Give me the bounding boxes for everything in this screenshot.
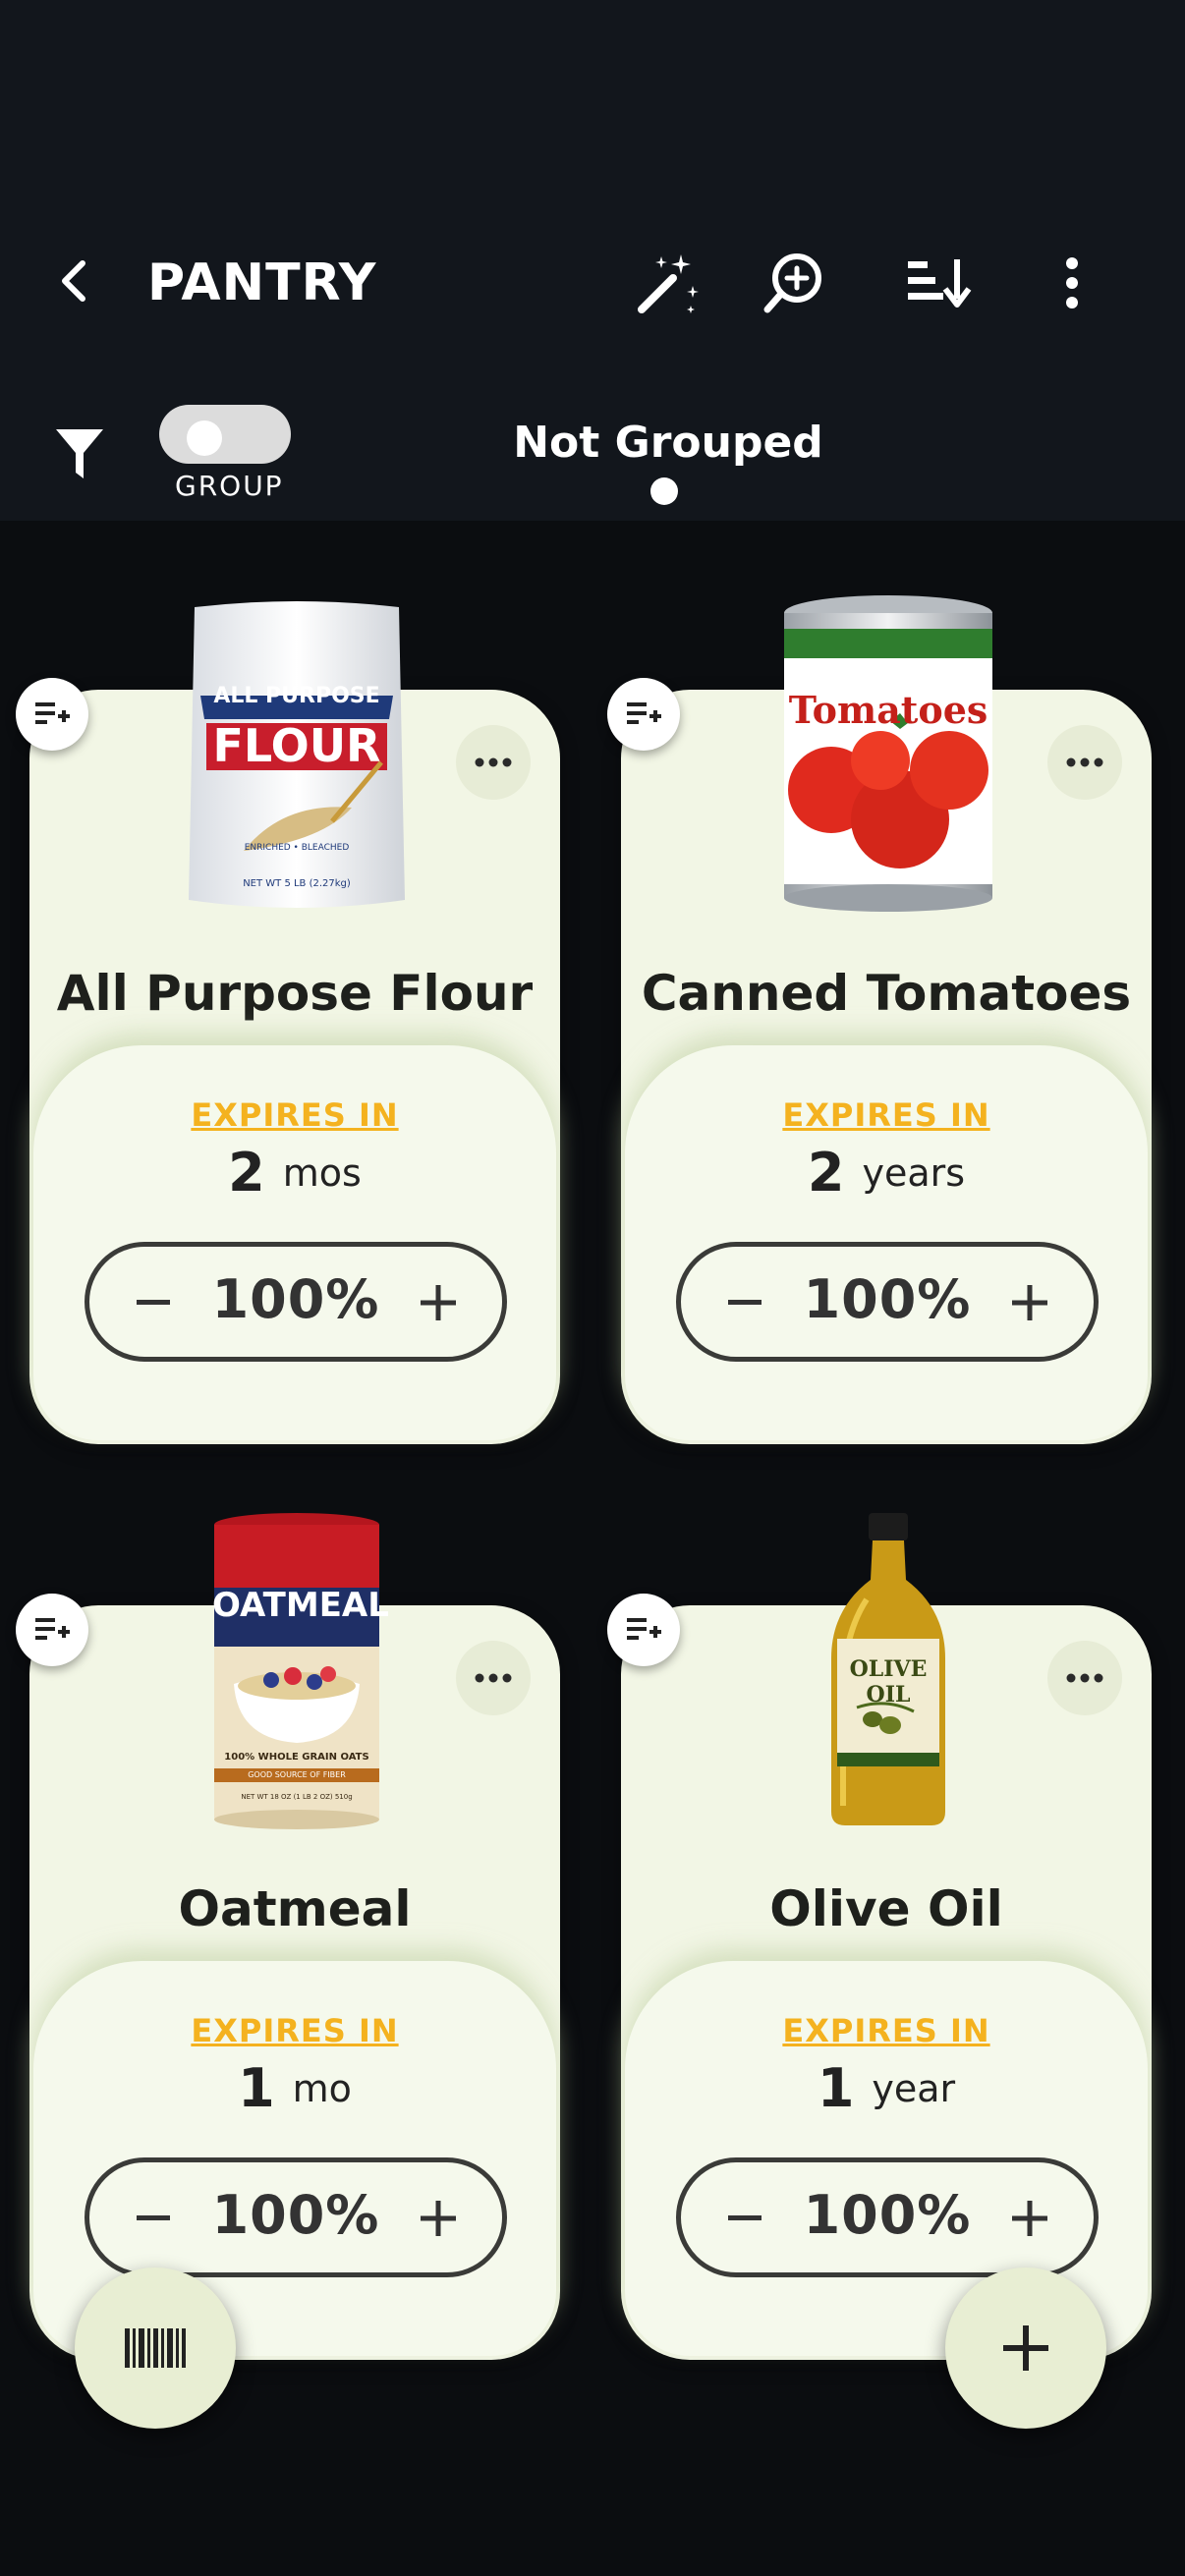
quantity-value: 100% <box>211 2184 380 2246</box>
item-details-panel: EXPIRES IN 2 mos 100% <box>33 1045 556 1440</box>
expires-value: 2 years <box>625 1142 1148 1204</box>
expires-label: EXPIRES IN <box>191 1096 399 1134</box>
quantity-stepper: 100% <box>676 1242 1099 1362</box>
plus-icon <box>1003 2325 1048 2371</box>
expires-unit: mos <box>282 1150 362 1195</box>
flour-net-weight: NET WT 5 LB (2.27kg) <box>243 878 351 889</box>
olive-oil-label: OLIVE OIL <box>849 1656 928 1708</box>
item-name: Olive Oil <box>769 1880 1003 1937</box>
quantity-stepper: 100% <box>85 2157 507 2277</box>
add-to-list-button[interactable] <box>16 1594 88 1666</box>
sort-icon[interactable] <box>900 246 979 320</box>
expires-value: 2 mos <box>33 1142 556 1204</box>
page-indicator-dot <box>650 477 678 505</box>
magic-wand-icon[interactable] <box>629 246 704 320</box>
expires-value: 1 year <box>625 2057 1148 2119</box>
flour-brand-line: ALL PURPOSE <box>213 684 380 708</box>
toggle-knob <box>187 420 222 456</box>
tomato-can-label: Tomatoes <box>788 688 988 732</box>
increase-button[interactable] <box>995 1268 1064 1337</box>
expires-number: 1 <box>238 2057 275 2119</box>
quantity-stepper: 100% <box>676 2157 1099 2277</box>
expires-label: EXPIRES IN <box>782 2012 990 2049</box>
quantity-stepper: 100% <box>85 1242 507 1362</box>
item-name: Oatmeal <box>178 1880 412 1937</box>
add-to-list-button[interactable] <box>16 678 88 751</box>
expires-label: EXPIRES IN <box>191 2012 399 2049</box>
expires-unit: year <box>872 2066 956 2110</box>
flour-brand-sub: ENRICHED • BLEACHED <box>244 843 350 853</box>
quantity-value: 100% <box>803 1268 972 1330</box>
oatmeal-net-weight: NET WT 18 OZ (1 LB 2 OZ) 510g <box>241 1793 353 1801</box>
more-vertical-icon[interactable] <box>1051 246 1093 320</box>
playlist-add-icon <box>35 702 70 724</box>
filter-icon[interactable] <box>49 420 110 487</box>
expires-value: 1 mo <box>33 2057 556 2119</box>
scan-barcode-button[interactable] <box>75 2268 236 2429</box>
more-options-button[interactable] <box>1047 1641 1122 1715</box>
expires-number: 1 <box>817 2057 855 2119</box>
group-toggle[interactable] <box>159 405 291 464</box>
more-options-button[interactable] <box>456 725 531 800</box>
item-details-panel: EXPIRES IN 2 years 100% <box>625 1045 1148 1440</box>
decrease-button[interactable] <box>710 1268 779 1337</box>
back-arrow-icon[interactable] <box>45 250 104 312</box>
barcode-icon <box>125 2328 186 2368</box>
oatmeal-sub-2: GOOD SOURCE OF FIBER <box>248 1770 346 1779</box>
decrease-button[interactable] <box>710 2184 779 2253</box>
add-to-list-button[interactable] <box>607 1594 680 1666</box>
add-to-list-button[interactable] <box>607 678 680 751</box>
item-name: All Purpose Flour <box>56 965 534 1022</box>
group-label: GROUP <box>175 470 284 502</box>
oatmeal-sub-1: 100% WHOLE GRAIN OATS <box>224 1752 369 1763</box>
tomato-can-image <box>782 593 994 918</box>
grouping-mode-label[interactable]: Not Grouped <box>472 418 865 468</box>
playlist-add-icon <box>627 1618 661 1640</box>
add-item-button[interactable] <box>945 2268 1106 2429</box>
expires-label: EXPIRES IN <box>782 1096 990 1134</box>
expires-number: 2 <box>228 1142 265 1204</box>
increase-button[interactable] <box>404 2184 473 2253</box>
item-name: Canned Tomatoes <box>641 965 1132 1022</box>
oatmeal-brand-title: OATMEAL <box>212 1586 389 1625</box>
zoom-in-icon[interactable] <box>757 246 831 320</box>
expires-unit: years <box>862 1150 966 1195</box>
increase-button[interactable] <box>995 2184 1064 2253</box>
expires-unit: mo <box>292 2066 352 2110</box>
playlist-add-icon <box>35 1618 70 1640</box>
page-title: PANTRY <box>147 253 377 312</box>
oatmeal-canister-image <box>212 1511 381 1833</box>
decrease-button[interactable] <box>119 2184 188 2253</box>
decrease-button[interactable] <box>119 1268 188 1337</box>
flour-brand-title: FLOUR <box>212 719 381 772</box>
more-options-button[interactable] <box>1047 725 1122 800</box>
quantity-value: 100% <box>211 1268 380 1330</box>
more-options-button[interactable] <box>456 1641 531 1715</box>
playlist-add-icon <box>627 702 661 724</box>
quantity-value: 100% <box>803 2184 972 2246</box>
increase-button[interactable] <box>404 1268 473 1337</box>
expires-number: 2 <box>807 1142 845 1204</box>
